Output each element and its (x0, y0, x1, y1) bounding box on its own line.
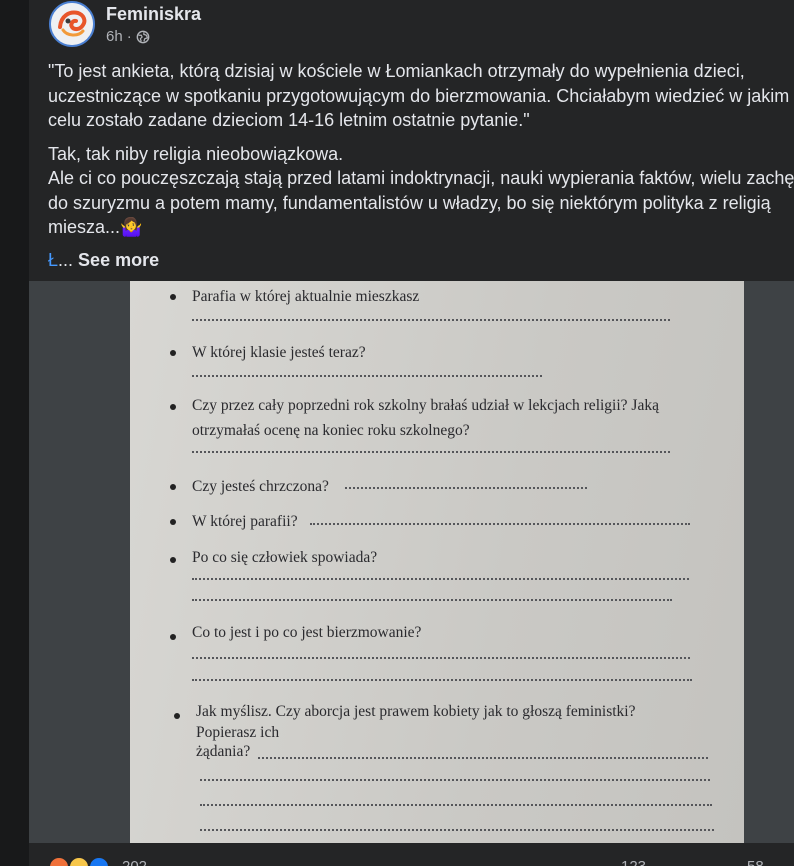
bullet (170, 634, 176, 640)
bullet (170, 350, 176, 356)
survey-question-line3: żądania? (196, 743, 251, 760)
post-meta: 6h · (106, 28, 150, 45)
reaction-count[interactable]: 202 (122, 858, 147, 866)
answer-line (258, 757, 708, 759)
survey-question: W której klasie jesteś teraz? (192, 344, 366, 361)
truncated-link[interactable]: Ł (48, 250, 58, 270)
see-more-button[interactable]: See more (78, 250, 159, 270)
post-text-line: do szuryzmu a potem mamy, fundamentalist… (48, 192, 771, 213)
answer-line (192, 451, 670, 453)
bullet (174, 713, 180, 719)
answer-line (192, 599, 672, 601)
answer-line (192, 679, 692, 681)
haha-icon[interactable] (48, 856, 70, 866)
answer-line (200, 829, 714, 831)
author-name[interactable]: Feminiskra (106, 4, 201, 25)
spark-logo-icon (51, 3, 93, 45)
post-text: "To jest ankieta, którą dzisiaj w koście… (48, 59, 794, 272)
post-time[interactable]: 6h (106, 28, 123, 45)
survey-question-line2: Popierasz ich (196, 724, 280, 741)
survey-paper: Parafia w której aktualnie mieszkasz W k… (130, 281, 744, 843)
ellipsis: ... (58, 249, 74, 270)
shrug-emoji: 🤷‍♀️ (120, 217, 143, 237)
post-photo[interactable]: Parafia w której aktualnie mieszkasz W k… (29, 281, 794, 843)
answer-line (310, 523, 690, 525)
post-text-fragment: miesza... (48, 217, 121, 237)
meta-separator: · (126, 28, 132, 45)
answer-line (192, 319, 670, 321)
share-count[interactable]: 58 (747, 858, 764, 866)
survey-question: Czy przez cały poprzedni rok szkolny bra… (192, 397, 659, 414)
post-footer: 202 123 58 (29, 843, 794, 866)
page-avatar[interactable] (49, 1, 95, 47)
comment-count[interactable]: 123 (621, 858, 646, 866)
survey-question: Po co się człowiek spowiada? (192, 549, 378, 566)
post-text-line: celu zostało zadane dzieciom 14-16 letni… (48, 110, 530, 130)
answer-line (192, 375, 542, 377)
survey-question: W której parafii? (192, 513, 298, 530)
bullet (170, 484, 176, 490)
like-icon[interactable] (88, 856, 110, 866)
post-text-line: Ale ci co pouczęszczają stają przed lata… (48, 168, 794, 188)
post-card: Feminiskra 6h · "To jest ankieta, którą … (29, 0, 794, 866)
post-text-line: miesza...🤷‍♀️ (48, 215, 794, 240)
survey-question-line2: otrzymałaś ocenę na koniec roku szkolneg… (192, 422, 470, 439)
post-text-line: "To jest ankieta, którą dzisiaj w koście… (48, 61, 745, 81)
answer-line (345, 487, 587, 489)
bullet (170, 294, 176, 300)
answer-line (192, 578, 689, 580)
survey-question: Czy jesteś chrzczona? (192, 478, 329, 495)
globe-icon[interactable] (136, 30, 150, 44)
post-text-line: uczestniczące w spotkaniu przygotowujący… (48, 85, 790, 106)
answer-line (192, 657, 690, 659)
see-more-line: Ł... See more (48, 248, 794, 273)
survey-question: Jak myślisz. Czy aborcja jest prawem kob… (196, 703, 636, 720)
post-text-line: Tak, tak niby religia nieobowiązkowa. (48, 143, 344, 164)
answer-line (200, 804, 712, 806)
answer-line (200, 779, 710, 781)
bullet (170, 557, 176, 563)
bullet (170, 404, 176, 410)
survey-question: Co to jest i po co jest bierzmowanie? (192, 624, 422, 641)
bullet (170, 519, 176, 525)
care-icon[interactable] (68, 856, 90, 866)
survey-question: Parafia w której aktualnie mieszkasz (192, 288, 420, 305)
